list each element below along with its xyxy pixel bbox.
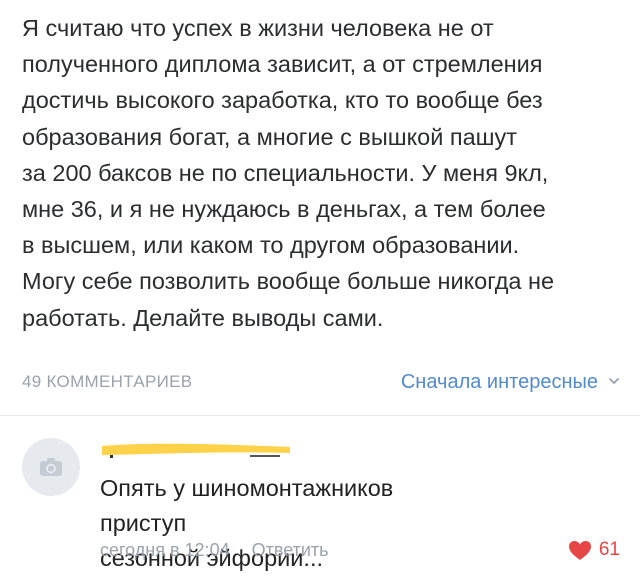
comment-time: сегодня в 12:04 (100, 539, 230, 560)
heart-icon (568, 540, 591, 560)
likes-count: 61 (598, 539, 620, 560)
sort-dropdown[interactable]: Сначала интересные (401, 371, 620, 394)
chevron-down-icon (609, 378, 619, 384)
divider (0, 415, 640, 416)
comments-count: 49 КОММЕНТАРИЕВ (22, 372, 193, 391)
sort-label: Сначала интересные (400, 370, 598, 393)
author-name-redacted (102, 443, 290, 458)
like-button[interactable]: 61 (568, 538, 620, 562)
comment-meta: сегодня в 12:04 Ответить (100, 538, 329, 562)
camera-icon (40, 458, 62, 476)
reply-button[interactable]: Ответить (252, 540, 329, 561)
post-text: Я считаю что успех в жизни человека не о… (22, 15, 555, 331)
avatar[interactable] (22, 438, 80, 496)
comments-header: 49 КОММЕНТАРИЕВ Сначала интересные (22, 366, 620, 398)
